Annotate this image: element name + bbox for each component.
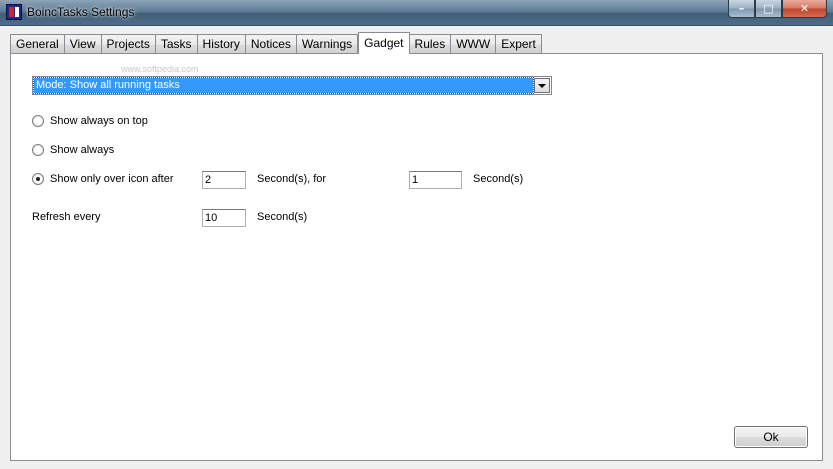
close-button[interactable]: ✕ xyxy=(782,0,827,18)
ok-button[interactable]: Ok xyxy=(734,426,808,448)
duration-input[interactable]: 1 xyxy=(409,171,462,189)
tab-www[interactable]: WWW xyxy=(451,34,497,54)
option-always[interactable]: Show always xyxy=(32,144,114,156)
refresh-input[interactable]: 10 xyxy=(202,209,246,227)
window-title: BoincTasks Settings xyxy=(27,5,135,19)
mode-selected-value: Mode: Show all running tasks xyxy=(33,77,534,94)
option-over-icon[interactable]: Show only over icon after xyxy=(32,173,174,185)
tab-tasks[interactable]: Tasks xyxy=(155,34,198,54)
tab-rules[interactable]: Rules xyxy=(409,34,452,54)
refresh-unit-label: Second(s) xyxy=(257,211,308,223)
option-always-label: Show always xyxy=(50,144,115,156)
radio-always[interactable] xyxy=(32,144,44,156)
mode-dropdown[interactable]: Mode: Show all running tasks xyxy=(32,76,552,95)
option-always-on-top[interactable]: Show always on top xyxy=(32,115,148,127)
settings-window: BoincTasks Settings – □ ✕ General View P… xyxy=(0,0,833,469)
tab-notices[interactable]: Notices xyxy=(245,34,297,54)
tab-history[interactable]: History xyxy=(197,34,246,54)
tab-expert[interactable]: Expert xyxy=(496,34,542,54)
title-bar[interactable]: BoincTasks Settings – □ ✕ xyxy=(0,0,833,26)
tab-view[interactable]: View xyxy=(64,34,102,54)
chevron-down-icon[interactable] xyxy=(534,78,550,93)
softpedia-watermark: www.softpedia.com xyxy=(121,64,199,74)
maximize-button[interactable]: □ xyxy=(755,0,782,18)
duration-unit-label: Second(s) xyxy=(473,173,524,185)
option-over-icon-label: Show only over icon after xyxy=(50,173,174,185)
gadget-panel: www.softpedia.com Mode: Show all running… xyxy=(10,53,823,461)
icon-delay-unit-label: Second(s), for xyxy=(257,173,327,185)
boinctasks-app-icon xyxy=(6,4,22,20)
option-always-on-top-label: Show always on top xyxy=(50,115,148,127)
tab-projects[interactable]: Projects xyxy=(101,34,156,54)
radio-over-icon[interactable] xyxy=(32,173,44,185)
refresh-label: Refresh every xyxy=(32,211,101,223)
tab-warnings[interactable]: Warnings xyxy=(296,34,359,54)
window-controls: – □ ✕ xyxy=(728,0,827,18)
minimize-button[interactable]: – xyxy=(728,0,755,18)
icon-delay-input[interactable]: 2 xyxy=(202,171,246,189)
tab-gadget[interactable]: Gadget xyxy=(358,32,410,54)
tab-general[interactable]: General xyxy=(10,34,65,54)
settings-tabs: General View Projects Tasks History Noti… xyxy=(10,32,542,54)
radio-always-on-top[interactable] xyxy=(32,115,44,127)
